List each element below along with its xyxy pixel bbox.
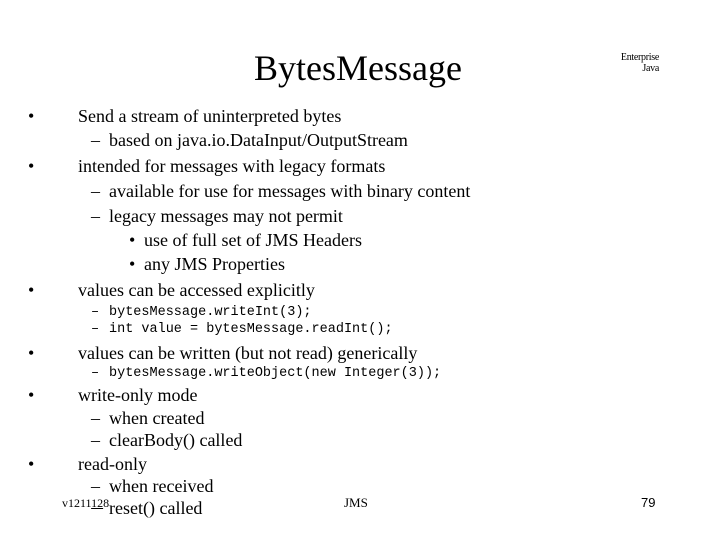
footer-topic: JMS <box>344 495 368 510</box>
page-number: 79 <box>641 495 656 510</box>
corner-label: Enterprise Java <box>620 52 659 74</box>
slide-title: BytesMessage <box>254 48 462 88</box>
footer-version: v1211128 <box>62 496 110 510</box>
